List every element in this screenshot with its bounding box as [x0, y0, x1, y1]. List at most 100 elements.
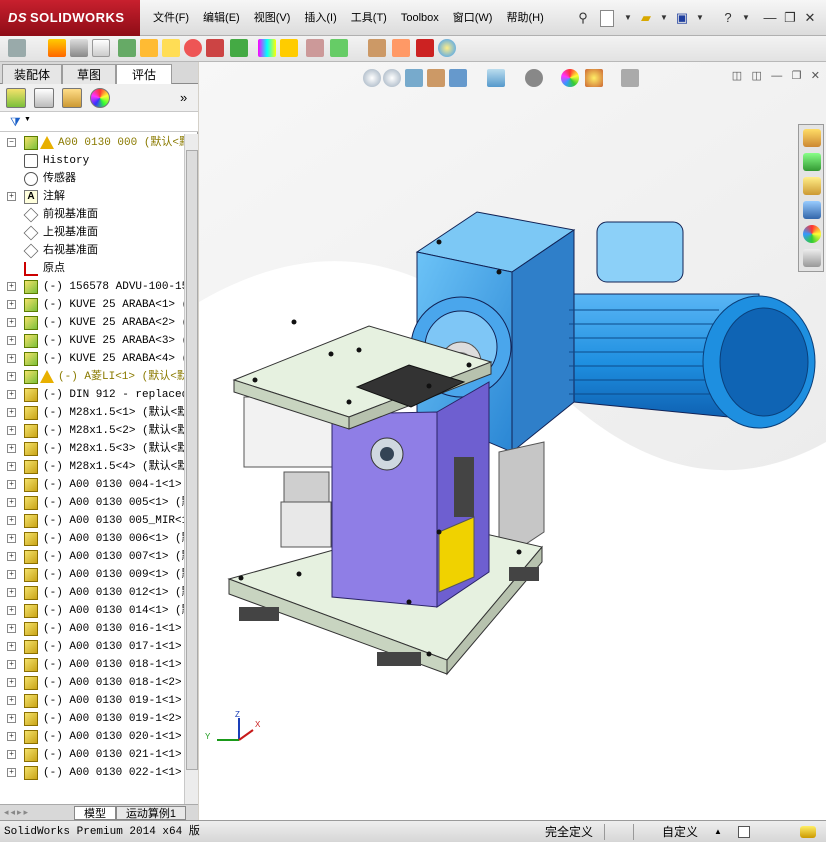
tab-assembly[interactable]: 装配体 — [2, 64, 62, 84]
expand-icon[interactable]: + — [7, 678, 16, 687]
interference-icon[interactable] — [48, 39, 66, 57]
apply-scene-icon[interactable] — [585, 69, 603, 87]
tree-item[interactable]: + (-) A00 0130 009<1> (默 — [0, 566, 184, 584]
previous-view-icon[interactable] — [405, 69, 423, 87]
expand-icon[interactable]: + — [7, 588, 16, 597]
tree-item[interactable]: + (-) M28x1.5<2> (默认<默 — [0, 422, 184, 440]
viewport-split-icon[interactable]: ◫ — [751, 70, 761, 82]
save-dropdown-icon[interactable]: ▼ — [690, 8, 710, 28]
simulation-icon[interactable] — [438, 39, 456, 57]
save-icon[interactable]: ▣ — [672, 8, 692, 28]
tree-item[interactable]: + (-) A菱LI<1> (默认<默 — [0, 368, 184, 386]
tree-item[interactable]: + (-) A00 0130 005_MIR<1> — [0, 512, 184, 530]
menu-edit[interactable]: 编辑(E) — [196, 9, 247, 27]
tree-filter[interactable]: ⧩ ▼ — [0, 112, 198, 132]
expand-icon[interactable]: + — [7, 660, 16, 669]
tree-item[interactable]: 上视基准面 — [0, 224, 184, 242]
close-button[interactable]: ✕ — [800, 8, 820, 28]
menu-view[interactable]: 视图(V) — [247, 9, 298, 27]
tree-item[interactable]: + (-) M28x1.5<4> (默认<默 — [0, 458, 184, 476]
tree-item[interactable]: + (-) A00 0130 019-1<2> ( — [0, 710, 184, 728]
expand-icon[interactable]: + — [7, 714, 16, 723]
tree-item[interactable]: + (-) 156578 ADVU-100-15- — [0, 278, 184, 296]
tree-item[interactable]: + (-) A00 0130 005<1> (默 — [0, 494, 184, 512]
tree-item[interactable]: 传感器 — [0, 170, 184, 188]
expand-icon[interactable]: + — [7, 732, 16, 741]
expand-panel-icon[interactable]: » — [180, 90, 187, 105]
tree-item[interactable]: + (-) A00 0130 018-1<2> ( — [0, 674, 184, 692]
filter-dropdown-icon[interactable]: ▼ — [24, 116, 31, 123]
performance-icon[interactable] — [184, 39, 202, 57]
curvature-icon[interactable] — [258, 39, 276, 57]
expand-icon[interactable]: + — [7, 750, 16, 759]
tree-item[interactable]: + (-) A00 0130 017-1<1> ( — [0, 638, 184, 656]
tree-item[interactable]: + (-) A00 0130 020-1<1> ( — [0, 728, 184, 746]
edit-appearance-icon[interactable] — [561, 69, 579, 87]
expand-icon[interactable]: + — [7, 300, 16, 309]
expand-icon[interactable]: + — [7, 570, 16, 579]
expand-icon[interactable]: + — [7, 768, 16, 777]
viewport-restore-icon[interactable]: ❐ — [792, 70, 802, 82]
tree-item[interactable]: + (-) A00 0130 016-1<1> ( — [0, 620, 184, 638]
expand-icon[interactable]: + — [7, 408, 16, 417]
file-explorer-icon[interactable] — [803, 177, 821, 195]
menu-insert[interactable]: 插入(I) — [297, 9, 343, 27]
viewport-close-icon[interactable]: ✕ — [811, 70, 820, 82]
tree-item[interactable]: 前视基准面 — [0, 206, 184, 224]
view-settings-icon[interactable] — [621, 69, 639, 87]
check-icon[interactable] — [206, 39, 224, 57]
undercut-icon[interactable] — [330, 39, 348, 57]
section-properties-icon[interactable] — [118, 39, 136, 57]
tree-item[interactable]: + (-) A00 0130 019-1<1> ( — [0, 692, 184, 710]
viewport-tile-icon[interactable]: ◫ — [732, 70, 742, 82]
tree-item[interactable]: + (-) A00 0130 022-1<1> ( — [0, 764, 184, 782]
expand-icon[interactable]: + — [7, 516, 16, 525]
tree-item[interactable]: + (-) A00 0130 018-1<1> ( — [0, 656, 184, 674]
expand-icon[interactable]: + — [7, 624, 16, 633]
tree-item[interactable]: + (-) A00 0130 021-1<1> ( — [0, 746, 184, 764]
expand-icon[interactable]: + — [7, 498, 16, 507]
menu-help[interactable]: 帮助(H) — [499, 9, 550, 27]
new-document-icon[interactable] — [600, 10, 614, 27]
graphics-area[interactable]: ◫ ◫ — ❐ ✕ Z Y X — [199, 62, 826, 820]
tree-item[interactable]: + (-) A00 0130 004-1<1> ( — [0, 476, 184, 494]
expand-icon[interactable]: + — [7, 390, 16, 399]
minimize-button[interactable]: — — [760, 8, 780, 28]
expand-icon[interactable]: + — [7, 372, 16, 381]
tab-scroll-arrows-icon[interactable]: ◂◂▸▸ — [4, 807, 30, 818]
expand-icon[interactable]: + — [7, 552, 16, 561]
restore-button[interactable]: ❐ — [780, 8, 800, 28]
configuration-manager-icon[interactable] — [62, 88, 82, 108]
tab-evaluate[interactable]: 评估 — [116, 64, 172, 85]
tree-item[interactable]: + (-) M28x1.5<1> (默认<默 — [0, 404, 184, 422]
tree-item[interactable]: + (-) DIN 912 - replaced — [0, 386, 184, 404]
help-dropdown-icon[interactable]: ▼ — [736, 8, 756, 28]
symmetry-icon[interactable] — [368, 39, 386, 57]
section-view-icon[interactable] — [427, 69, 445, 87]
tab-motion-study[interactable]: 运动算例1 — [116, 806, 186, 820]
tree-item[interactable]: + (-) A00 0130 012<1> (默 — [0, 584, 184, 602]
viewport-minimize-icon[interactable]: — — [771, 70, 782, 82]
property-manager-icon[interactable] — [34, 88, 54, 108]
custom-properties-icon[interactable] — [803, 249, 821, 267]
solidworks-resources-icon[interactable] — [803, 129, 821, 147]
tab-sketch[interactable]: 草图 — [62, 64, 116, 84]
expand-icon[interactable]: + — [7, 696, 16, 705]
expand-icon[interactable]: + — [7, 336, 16, 345]
display-manager-icon[interactable] — [90, 88, 110, 108]
tree-item[interactable]: + (-) A00 0130 007<1> (默 — [0, 548, 184, 566]
sensor-icon[interactable] — [140, 39, 158, 57]
zebra-icon[interactable] — [416, 39, 434, 57]
zoom-to-area-icon[interactable] — [383, 69, 401, 87]
expand-icon[interactable]: + — [7, 534, 16, 543]
view-palette-icon[interactable] — [803, 201, 821, 219]
view-orientation-icon[interactable] — [487, 69, 505, 87]
tree-scroll-thumb[interactable] — [186, 150, 198, 770]
filter-icon[interactable]: ⧩ — [10, 115, 21, 130]
menu-window[interactable]: 窗口(W) — [446, 9, 500, 27]
menu-tools[interactable]: 工具(T) — [344, 9, 394, 27]
tree-item[interactable]: + (-) KUVE 25 ARABA<4> (默 — [0, 350, 184, 368]
expand-icon[interactable]: + — [7, 480, 16, 489]
display-style-icon[interactable] — [525, 69, 543, 87]
help-icon[interactable]: ? — [718, 8, 738, 28]
